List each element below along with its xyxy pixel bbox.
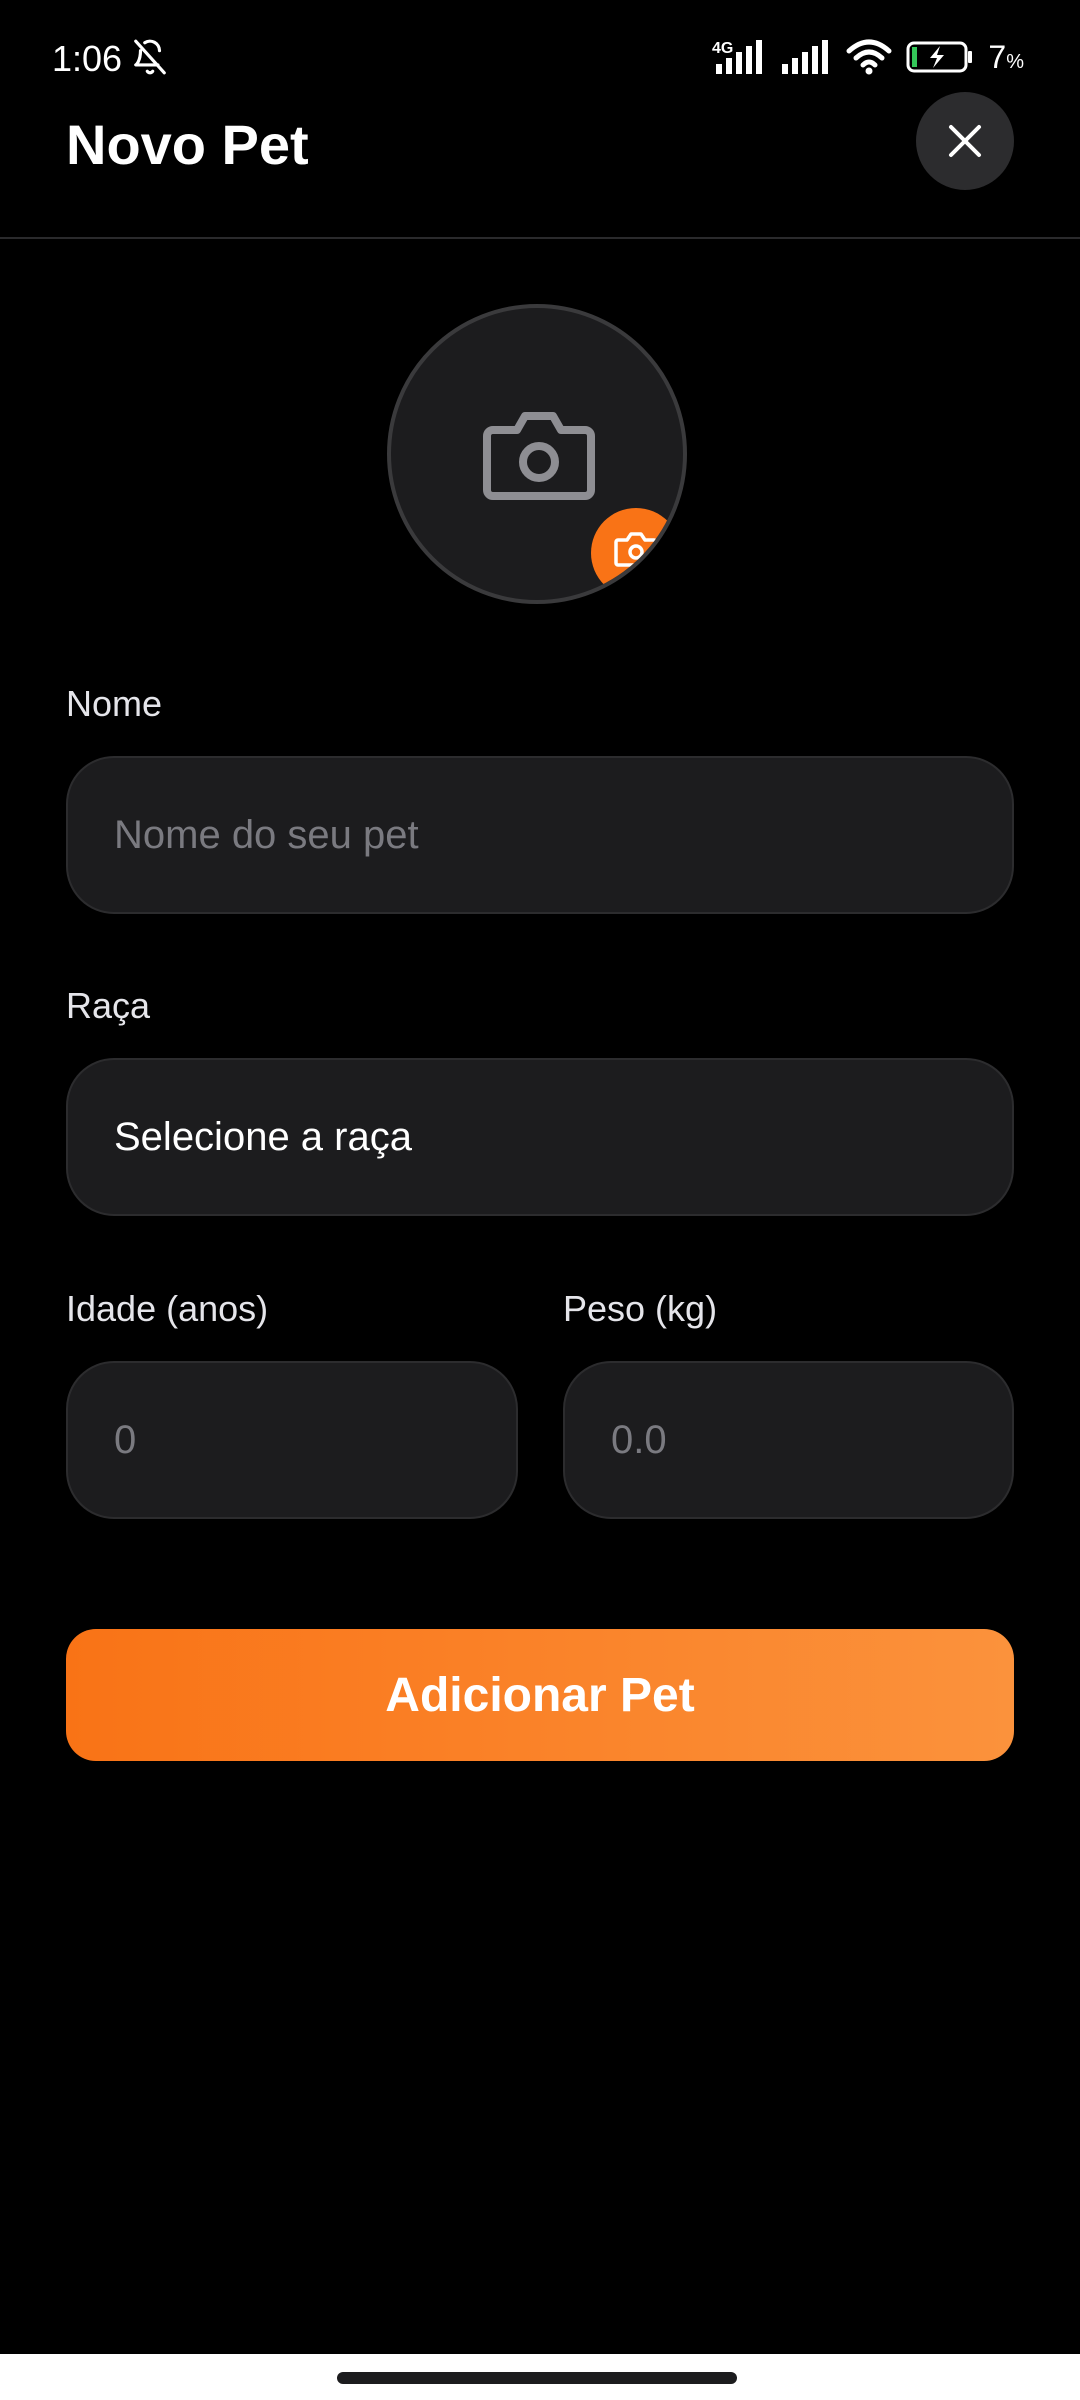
add-pet-button[interactable]: Adicionar Pet	[66, 1629, 1014, 1761]
name-placeholder: Nome do seu pet	[114, 812, 419, 857]
new-pet-screen: 1:06 4G 7% Novo Pet Nome Nome do seu pet…	[0, 0, 1080, 2400]
name-label: Nome	[66, 683, 163, 724]
signal-icon	[716, 40, 763, 74]
close-icon	[949, 125, 981, 157]
age-placeholder: 0	[114, 1417, 137, 1462]
age-label: Idade (anos)	[66, 1288, 269, 1329]
camera-icon	[483, 412, 595, 500]
status-icons: 7%	[714, 36, 1024, 78]
weight-label: Peso (kg)	[563, 1288, 718, 1329]
status-time: 1:06	[52, 38, 123, 79]
age-input[interactable]: 0	[66, 1361, 518, 1519]
breed-label: Raça	[66, 985, 151, 1026]
status-bar: 1:06 4G 7%	[0, 0, 1080, 90]
home-indicator[interactable]	[337, 2372, 737, 2384]
bell-off-icon	[134, 39, 166, 75]
close-button[interactable]	[916, 92, 1014, 190]
page-title: Novo Pet	[66, 113, 309, 176]
wifi-icon	[846, 39, 892, 75]
weight-placeholder: 0.0	[611, 1417, 667, 1462]
signal-icon	[782, 40, 829, 74]
breed-select[interactable]: Selecione a raça	[66, 1058, 1014, 1216]
camera-icon	[614, 532, 658, 567]
name-input[interactable]: Nome do seu pet	[66, 756, 1014, 914]
battery-charging-icon	[906, 41, 973, 73]
breed-selected-value: Selecione a raça	[114, 1114, 412, 1159]
weight-input[interactable]: 0.0	[563, 1361, 1014, 1519]
add-photo-button[interactable]	[591, 508, 681, 598]
battery-percentage: 7%	[988, 38, 1024, 75]
header: Novo Pet	[0, 90, 1080, 239]
pet-photo-picker[interactable]	[387, 304, 687, 604]
